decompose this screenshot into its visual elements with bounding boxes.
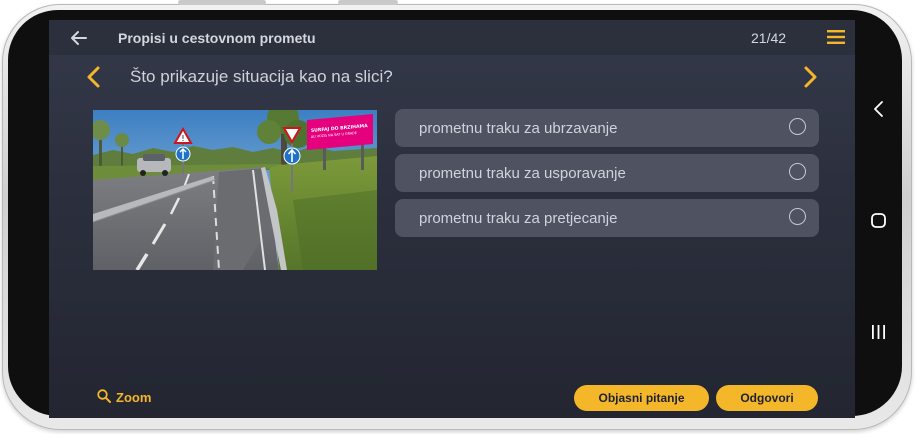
back-arrow-icon[interactable] [69,28,89,48]
radio-button[interactable] [789,118,806,135]
search-icon [97,389,111,403]
android-back-icon[interactable] [872,100,886,118]
top-bar: Propisi u cestovnom prometu 21/42 [49,20,855,55]
question-counter: 21/42 [751,30,787,46]
radio-button[interactable] [789,208,806,225]
zoom-label: Zoom [116,390,152,405]
app-screen: Propisi u cestovnom prometu 21/42 Što pr… [49,20,855,418]
svg-text:!: ! [181,134,184,143]
chevron-left-icon[interactable] [85,66,103,88]
hamburger-menu-icon[interactable] [827,30,845,44]
answer-option-3[interactable]: prometnu traku za pretjecanje [395,199,819,237]
radio-button[interactable] [789,163,806,180]
power-button [338,0,398,5]
road-scene-image[interactable]: ! SURFAJ DO BRZIHAMA AU VOZIS NA ŠAT U G… [93,110,377,270]
chevron-right-icon[interactable] [801,66,819,88]
answer-option-2[interactable]: prometnu traku za usporavanje [395,154,819,192]
volume-button [178,0,266,5]
app-title: Propisi u cestovnom prometu [118,30,316,46]
android-home-icon[interactable] [870,212,887,229]
answer-option-label: prometnu traku za ubrzavanje [419,120,618,137]
question-text: Što prikazuje situacija kao na slici? [130,67,393,86]
answer-option-1[interactable]: prometnu traku za ubrzavanje [395,109,819,147]
answer-option-label: prometnu traku za pretjecanje [419,210,618,227]
explain-question-button[interactable]: Objasni pitanje [574,385,709,411]
answer-button[interactable]: Odgovori [716,385,818,411]
answer-option-label: prometnu traku za usporavanje [419,165,626,182]
android-recents-icon[interactable] [870,324,887,340]
